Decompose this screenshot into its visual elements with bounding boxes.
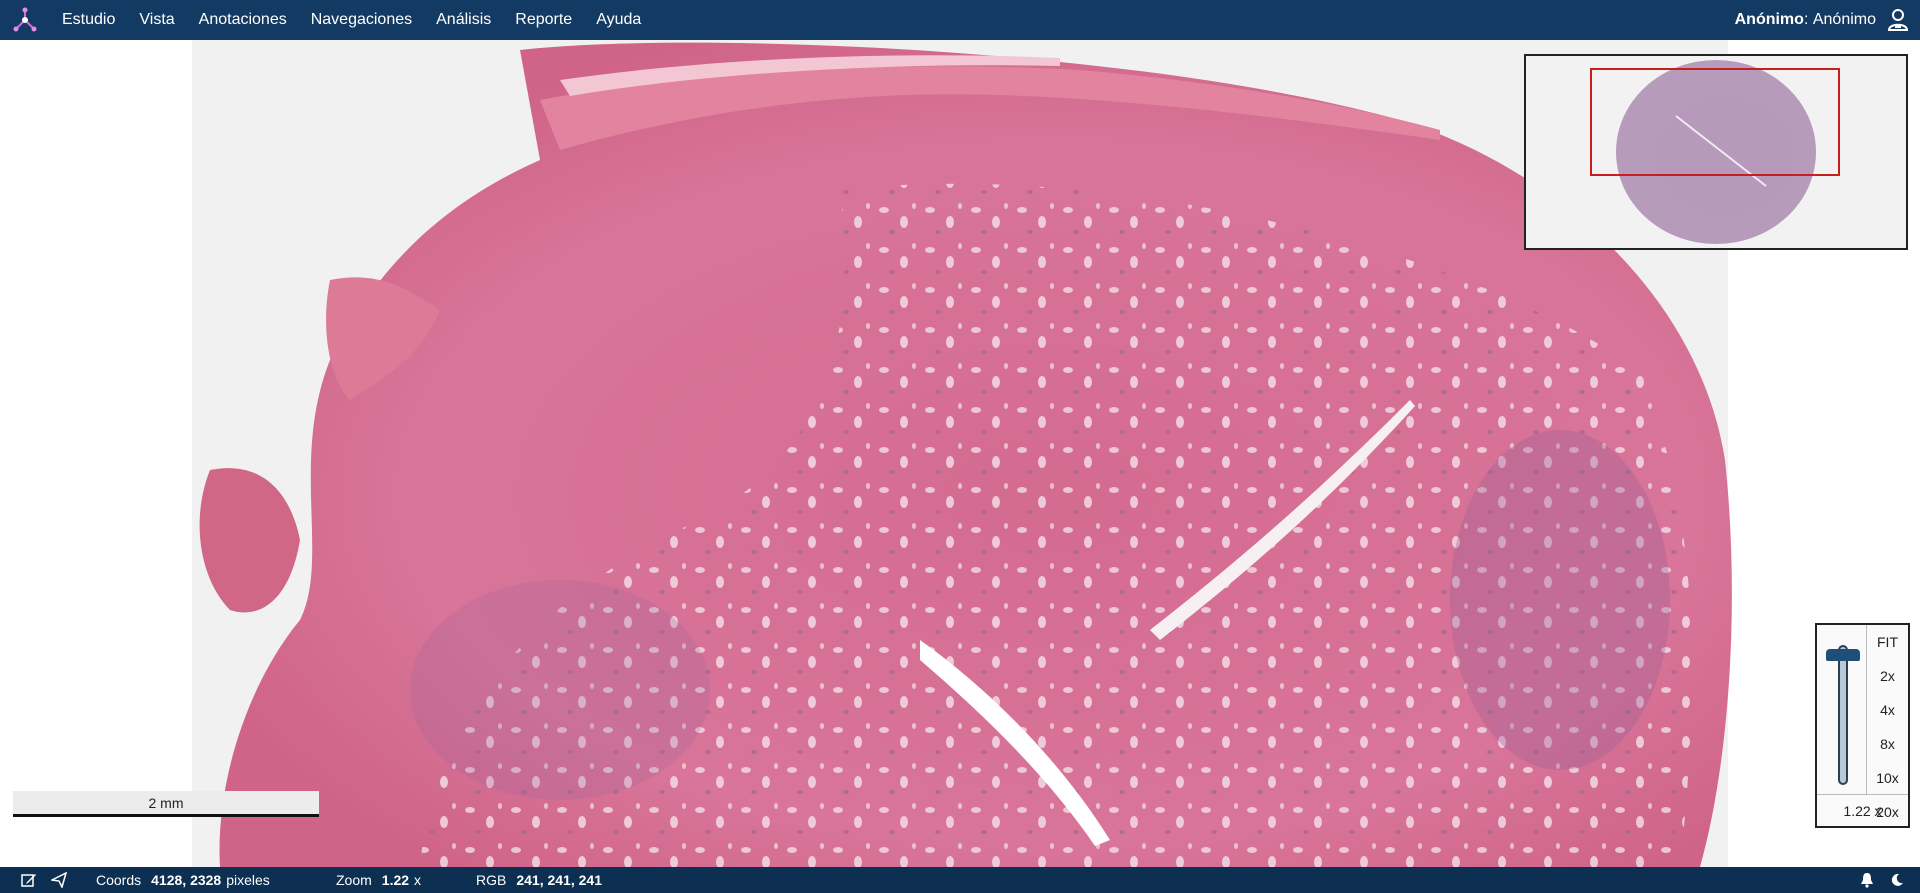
user-separator: :	[1803, 11, 1809, 28]
menu-anotaciones[interactable]: Anotaciones	[187, 0, 299, 40]
top-menubar: Estudio Vista Anotaciones Navegaciones A…	[0, 0, 1920, 40]
app-logo-icon[interactable]	[0, 0, 50, 40]
zoom-unit: x	[414, 872, 422, 888]
coords-label: Coords	[96, 872, 142, 888]
slide-viewer[interactable]: FIT 2x 4x 8x 10x 20x 1.22 x 2 mm	[0, 40, 1920, 867]
scale-bar: 2 mm	[13, 791, 319, 817]
user-icon[interactable]	[1876, 0, 1920, 40]
zoom-slider-track[interactable]	[1838, 645, 1848, 785]
moon-icon[interactable]	[1882, 867, 1912, 893]
user-info[interactable]: Anónimo: Anónimo	[1735, 0, 1920, 40]
minimap[interactable]	[1524, 54, 1908, 250]
coords-field: Coords 4128, 2328 pixeles	[96, 872, 336, 888]
zoom-value: 1.22	[381, 872, 410, 888]
edit-icon[interactable]	[14, 867, 44, 893]
zoom-label: Zoom	[336, 872, 372, 888]
rgb-value: 241, 241, 241	[516, 872, 602, 888]
menu-reporte[interactable]: Reporte	[503, 0, 584, 40]
zoom-control: FIT 2x 4x 8x 10x 20x 1.22 x	[1815, 623, 1910, 828]
status-right	[1852, 867, 1920, 893]
zoom-current-value: 1.22 x	[1817, 794, 1908, 826]
menu-ayuda[interactable]: Ayuda	[584, 0, 653, 40]
minimap-viewport[interactable]	[1590, 68, 1840, 176]
zoom-field: Zoom 1.22 x	[336, 872, 476, 888]
main-menu: Estudio Vista Anotaciones Navegaciones A…	[50, 0, 653, 40]
status-bar: Coords 4128, 2328 pixeles Zoom 1.22 x RG…	[0, 867, 1920, 893]
zoom-level-fit[interactable]: FIT	[1867, 625, 1908, 659]
rgb-label: RGB	[476, 872, 507, 888]
coords-value: 4128, 2328	[151, 872, 222, 888]
zoom-level-4x[interactable]: 4x	[1867, 693, 1908, 727]
menu-analisis[interactable]: Análisis	[424, 0, 503, 40]
menu-navegaciones[interactable]: Navegaciones	[299, 0, 424, 40]
user-role: Anónimo	[1734, 11, 1804, 28]
bell-icon[interactable]	[1852, 867, 1882, 893]
user-name: Anónimo	[1812, 11, 1876, 28]
zoom-slider-handle[interactable]	[1826, 649, 1860, 661]
menu-vista[interactable]: Vista	[127, 0, 186, 40]
coords-unit: pixeles	[226, 872, 270, 888]
zoom-level-2x[interactable]: 2x	[1867, 659, 1908, 693]
send-icon[interactable]	[44, 867, 74, 893]
zoom-level-8x[interactable]: 8x	[1867, 727, 1908, 761]
zoom-level-10x[interactable]: 10x	[1867, 761, 1908, 795]
menu-estudio[interactable]: Estudio	[50, 0, 127, 40]
zoom-slider[interactable]	[1817, 625, 1867, 794]
zoom-levels: FIT 2x 4x 8x 10x 20x	[1867, 625, 1908, 820]
rgb-field: RGB 241, 241, 241	[476, 872, 607, 888]
